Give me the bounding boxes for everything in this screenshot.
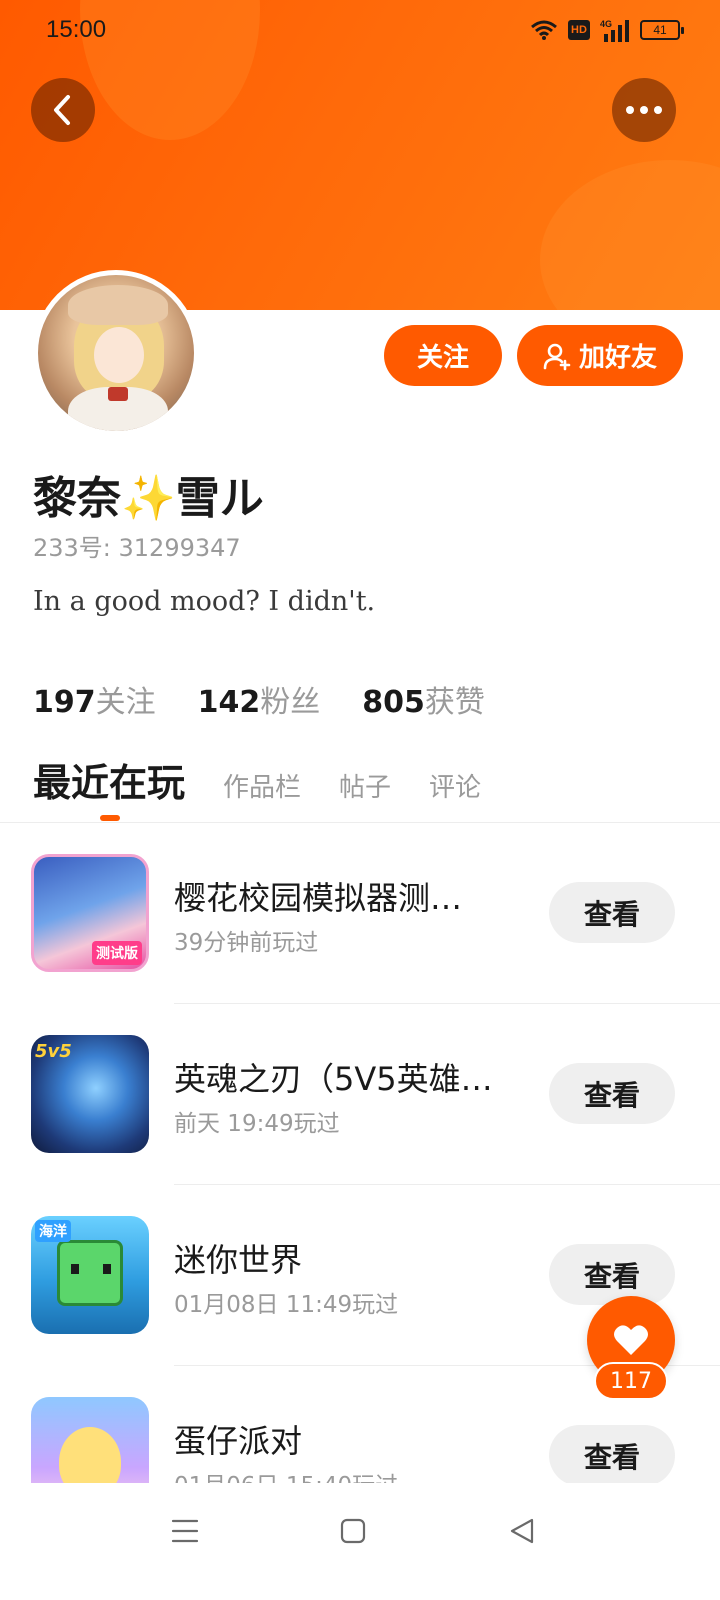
username: 黎奈✨雪ル — [33, 473, 264, 524]
battery-level: 41 — [653, 23, 667, 37]
banner-decoration — [540, 160, 720, 310]
game-played-time: 39分钟前玩过 — [174, 930, 319, 956]
game-title: 英魂之刃（5V5英雄… — [174, 1060, 493, 1098]
nav-back-button[interactable] — [502, 1511, 542, 1551]
list-item[interactable]: 5v5 英魂之刃（5V5英雄… 前天 19:49玩过 查看 — [0, 1004, 720, 1185]
game-icon-tag: 测试版 — [92, 941, 142, 965]
add-friend-label: 加好友 — [578, 343, 657, 373]
stat-label: 获赞 — [424, 685, 485, 720]
system-nav-bar — [0, 1483, 720, 1600]
menu-icon — [171, 1519, 199, 1543]
stat-label: 粉丝 — [260, 685, 321, 720]
active-tab-indicator — [100, 815, 120, 821]
status-icons: HD 4G 41 — [530, 18, 684, 42]
stat-label: 关注 — [95, 685, 156, 720]
view-button[interactable]: 查看 — [549, 882, 675, 943]
add-friend-button[interactable]: 加好友 — [517, 325, 683, 386]
network-label: 4G — [600, 19, 612, 29]
game-icon-tag: 5v5 — [35, 1041, 72, 1062]
profile-stats: 197 关注 142 粉丝 805 获赞 — [33, 677, 485, 721]
stat-value: 197 — [33, 685, 96, 720]
game-icon-tag: 海洋 — [35, 1220, 71, 1242]
view-button[interactable]: 查看 — [549, 1063, 675, 1124]
bio: In a good mood? I didn't. — [33, 586, 376, 617]
chevron-left-icon — [54, 95, 70, 125]
game-title: 蛋仔派对 — [174, 1422, 303, 1460]
game-played-time: 01月08日 11:49玩过 — [174, 1292, 399, 1318]
view-button[interactable]: 查看 — [549, 1244, 675, 1305]
tab-works[interactable]: 作品栏 — [223, 767, 301, 804]
tab-comments[interactable]: 评论 — [429, 767, 481, 804]
stat-following[interactable]: 197 关注 — [33, 677, 156, 721]
stat-value: 142 — [197, 685, 261, 720]
game-icon: 5v5 — [31, 1035, 149, 1153]
game-played-time: 前天 19:49玩过 — [174, 1111, 340, 1137]
game-icon: 测试版 — [31, 854, 149, 972]
more-button[interactable] — [612, 78, 676, 142]
game-played-time: 01月06日 15:40玩过 — [174, 1466, 398, 1483]
follow-button[interactable]: 关注 — [384, 325, 502, 386]
stat-value: 805 — [362, 685, 425, 720]
like-count-badge: 117 — [594, 1362, 668, 1400]
nav-home-button[interactable] — [333, 1511, 373, 1551]
view-button[interactable]: 查看 — [549, 1425, 675, 1483]
wifi-icon — [531, 20, 557, 40]
square-icon — [340, 1518, 366, 1544]
game-title: 迷你世界 — [174, 1241, 303, 1279]
user-id[interactable]: 233号: 31299347 — [33, 528, 241, 563]
nav-menu-button[interactable] — [165, 1511, 205, 1551]
hd-icon: HD — [568, 20, 590, 40]
profile-tabs: 最近在玩 作品栏 帖子 评论 — [33, 752, 481, 807]
avatar[interactable] — [33, 270, 199, 436]
add-user-icon — [543, 343, 571, 370]
triangle-back-icon — [510, 1518, 534, 1544]
tab-posts[interactable]: 帖子 — [339, 767, 391, 804]
stat-followers[interactable]: 142 粉丝 — [198, 677, 321, 721]
game-icon: 海洋 — [31, 1216, 149, 1334]
back-button[interactable] — [31, 78, 95, 142]
stat-likes[interactable]: 805 获赞 — [362, 677, 485, 721]
more-horizontal-icon — [626, 106, 662, 114]
signal-icon: 4G — [600, 19, 629, 42]
heart-icon — [614, 1325, 648, 1355]
game-title: 樱花校园模拟器测… — [174, 879, 463, 917]
status-time: 15:00 — [46, 16, 107, 43]
tab-recently-played[interactable]: 最近在玩 — [33, 752, 185, 807]
game-icon — [31, 1397, 149, 1483]
battery-icon: 41 — [640, 20, 684, 40]
list-item[interactable]: 测试版 樱花校园模拟器测… 39分钟前玩过 查看 — [0, 823, 720, 1004]
status-bar: 15:00 HD 4G 41 — [0, 0, 720, 62]
